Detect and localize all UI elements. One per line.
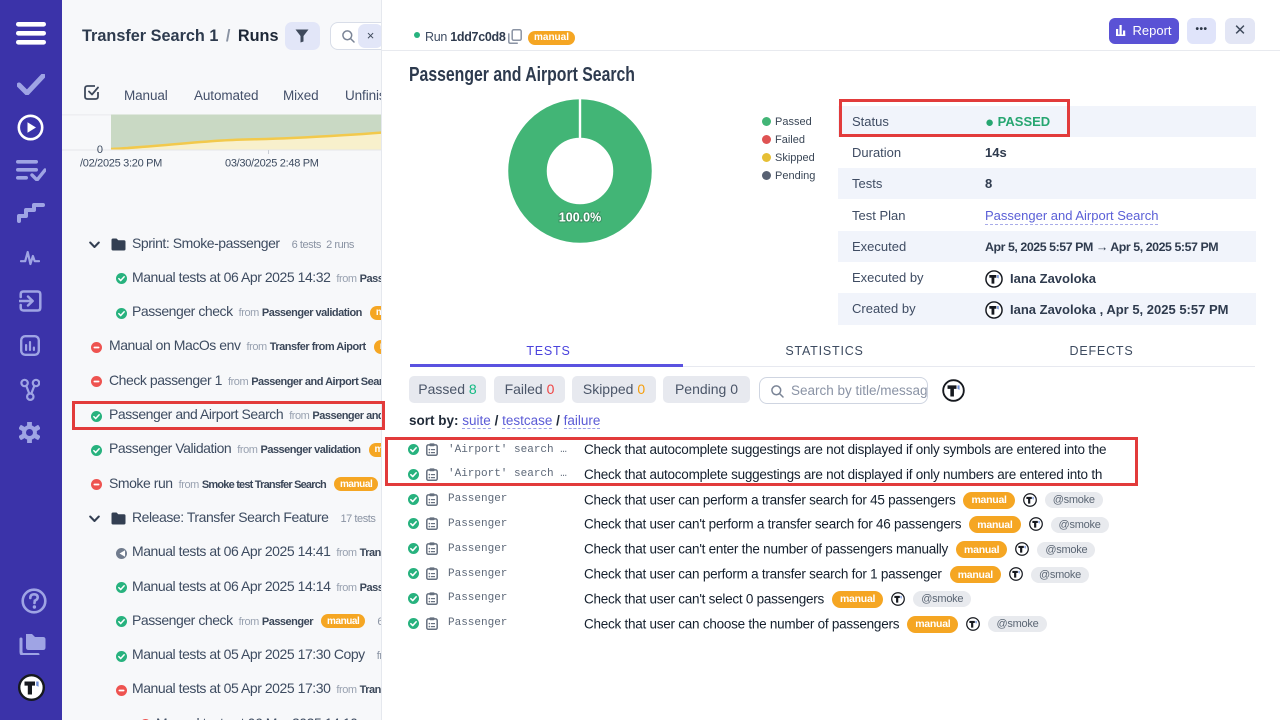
svg-text:0: 0: [97, 144, 103, 156]
svg-text:/02/2025 3:20 PM: /02/2025 3:20 PM: [80, 158, 162, 170]
svg-text:100.0%: 100.0%: [559, 211, 601, 225]
svg-text:03/30/2025 2:48 PM: 03/30/2025 2:48 PM: [225, 158, 319, 170]
